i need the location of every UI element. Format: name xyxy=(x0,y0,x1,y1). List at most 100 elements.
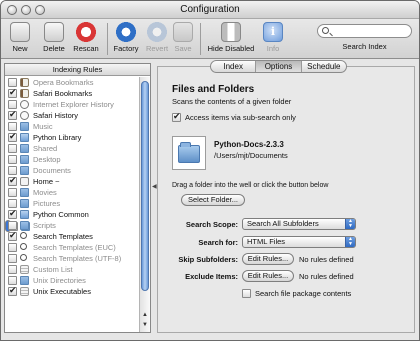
select-arrows-icon: ▲ ▼ xyxy=(345,237,355,247)
rule-label: Safari History xyxy=(33,111,79,120)
skip-subfolders-edit-rules-button[interactable]: Edit Rules... xyxy=(242,253,294,265)
rescan-label: Rescan xyxy=(73,44,99,53)
rule-item[interactable]: Safari History xyxy=(5,110,139,121)
rule-enabled-checkbox[interactable] xyxy=(8,110,17,121)
rule-item[interactable]: Search Templates (EUC) xyxy=(5,242,139,253)
minimize-window-icon[interactable] xyxy=(21,5,31,15)
rule-enabled-checkbox[interactable] xyxy=(8,88,17,99)
skip-subfolders-note: No rules defined xyxy=(299,255,354,264)
rule-item[interactable]: Search Templates (UTF-8) xyxy=(5,253,139,264)
rule-enabled-checkbox[interactable] xyxy=(8,166,17,175)
search-icon xyxy=(20,232,27,239)
rule-item[interactable]: Internet Explorer History xyxy=(5,99,139,110)
tab-index[interactable]: Index xyxy=(211,61,257,72)
rule-enabled-checkbox[interactable] xyxy=(8,122,17,131)
search-scope-label: Search Scope: xyxy=(185,220,238,229)
revert-button[interactable]: Revert xyxy=(143,22,171,53)
rule-enabled-checkbox[interactable] xyxy=(8,276,17,285)
list-icon xyxy=(20,265,29,274)
info-button[interactable]: i Info xyxy=(261,22,285,53)
folder-icon xyxy=(20,276,29,285)
search-package-contents-label: Search file package contents xyxy=(255,289,352,298)
rule-item[interactable]: Music xyxy=(5,121,139,132)
delete-label: Delete xyxy=(43,44,65,53)
toolbar-separator xyxy=(107,23,108,55)
save-button[interactable]: Save xyxy=(171,22,195,53)
hide-disabled-button[interactable]: Hide Disabled xyxy=(207,22,255,53)
search-icon xyxy=(20,243,27,250)
rule-enabled-checkbox[interactable] xyxy=(8,100,17,109)
rule-enabled-checkbox[interactable] xyxy=(8,221,17,230)
rule-enabled-checkbox[interactable] xyxy=(8,265,17,274)
rule-item[interactable]: Pictures xyxy=(5,198,139,209)
rule-item[interactable]: Safari Bookmarks xyxy=(5,88,139,99)
tab-schedule[interactable]: Schedule xyxy=(302,61,346,72)
rule-enabled-checkbox[interactable] xyxy=(8,254,17,263)
factory-button[interactable]: Factory xyxy=(111,22,141,53)
tab-options[interactable]: Options xyxy=(256,61,302,72)
panel-title: Files and Folders xyxy=(172,84,255,95)
info-icon: i xyxy=(263,22,283,42)
rule-enabled-checkbox[interactable] xyxy=(8,188,17,197)
indexing-rules-header[interactable]: Indexing Rules xyxy=(5,64,150,76)
rule-enabled-checkbox[interactable] xyxy=(8,144,17,153)
panel-subtitle: Scans the contents of a given folder xyxy=(172,97,292,106)
zoom-window-icon[interactable] xyxy=(35,5,45,15)
rule-enabled-checkbox[interactable] xyxy=(8,155,17,164)
rule-item[interactable]: Search Templates xyxy=(5,231,139,242)
rule-item[interactable]: Scripts xyxy=(5,220,139,231)
title-bar[interactable]: Configuration xyxy=(1,1,419,19)
scroll-down-arrow-icon[interactable]: ▼ xyxy=(142,321,148,329)
sidebar-scrollbar[interactable]: ▲ ▼ xyxy=(139,77,150,332)
rule-item[interactable]: Shared xyxy=(5,143,139,154)
rule-enabled-checkbox[interactable] xyxy=(8,199,17,208)
select-folder-button[interactable]: Select Folder... xyxy=(181,194,245,206)
clock-icon xyxy=(20,111,29,120)
rule-label: Safari Bookmarks xyxy=(33,89,93,98)
rule-item[interactable]: Home ~ xyxy=(5,176,139,187)
clock-icon xyxy=(20,100,29,109)
rule-enabled-checkbox[interactable] xyxy=(8,243,17,252)
search-package-contents-checkbox[interactable] xyxy=(242,289,251,298)
rule-enabled-checkbox[interactable] xyxy=(8,209,17,220)
exclude-items-edit-rules-button[interactable]: Edit Rules... xyxy=(242,270,294,282)
rule-label: Desktop xyxy=(33,155,61,164)
search-input[interactable] xyxy=(317,24,412,38)
rule-item[interactable]: Movies xyxy=(5,187,139,198)
home-icon xyxy=(20,177,29,186)
folder-well[interactable] xyxy=(172,136,206,170)
rule-enabled-checkbox[interactable] xyxy=(8,78,17,87)
folder-name: Python-Docs-2.3.3 xyxy=(214,140,284,149)
rule-item[interactable]: Documents xyxy=(5,165,139,176)
hide-disabled-icon xyxy=(221,22,241,42)
rule-item[interactable]: Unix Executables xyxy=(5,286,139,297)
search-scope-select[interactable]: Search All Subfolders ▲ ▼ xyxy=(242,218,356,230)
rule-label: Unix Directories xyxy=(33,276,86,285)
rule-enabled-checkbox[interactable] xyxy=(8,132,17,143)
delete-button[interactable]: Delete xyxy=(39,22,69,53)
rule-enabled-checkbox[interactable] xyxy=(8,231,17,242)
info-label: Info xyxy=(266,44,280,53)
list-icon xyxy=(20,287,29,296)
rules-container: Opera Bookmarks Safari Bookmarks Internet … xyxy=(5,77,139,297)
save-icon xyxy=(173,22,193,42)
access-sub-search-checkbox[interactable] xyxy=(172,112,181,122)
book-icon xyxy=(20,78,29,87)
rescan-button[interactable]: Rescan xyxy=(71,22,101,53)
skip-subfolders-label: Skip Subfolders: xyxy=(178,255,238,264)
rule-item[interactable]: Custom List xyxy=(5,264,139,275)
rule-enabled-checkbox[interactable] xyxy=(8,176,17,187)
scroll-up-arrow-icon[interactable]: ▲ xyxy=(142,311,148,319)
folder-icon xyxy=(20,188,29,197)
new-button[interactable]: New xyxy=(9,22,31,53)
search-for-select[interactable]: HTML Files ▲ ▼ xyxy=(242,236,356,248)
rule-item[interactable]: Python Common xyxy=(5,209,139,220)
rule-label: Shared xyxy=(33,144,58,153)
rule-item[interactable]: Desktop xyxy=(5,154,139,165)
rule-item[interactable]: Python Library xyxy=(5,132,139,143)
rule-enabled-checkbox[interactable] xyxy=(8,286,17,297)
rule-item[interactable]: Unix Directories xyxy=(5,275,139,286)
scrollbar-thumb[interactable] xyxy=(141,81,149,291)
rule-item[interactable]: Opera Bookmarks xyxy=(5,77,139,88)
close-window-icon[interactable] xyxy=(7,5,17,15)
